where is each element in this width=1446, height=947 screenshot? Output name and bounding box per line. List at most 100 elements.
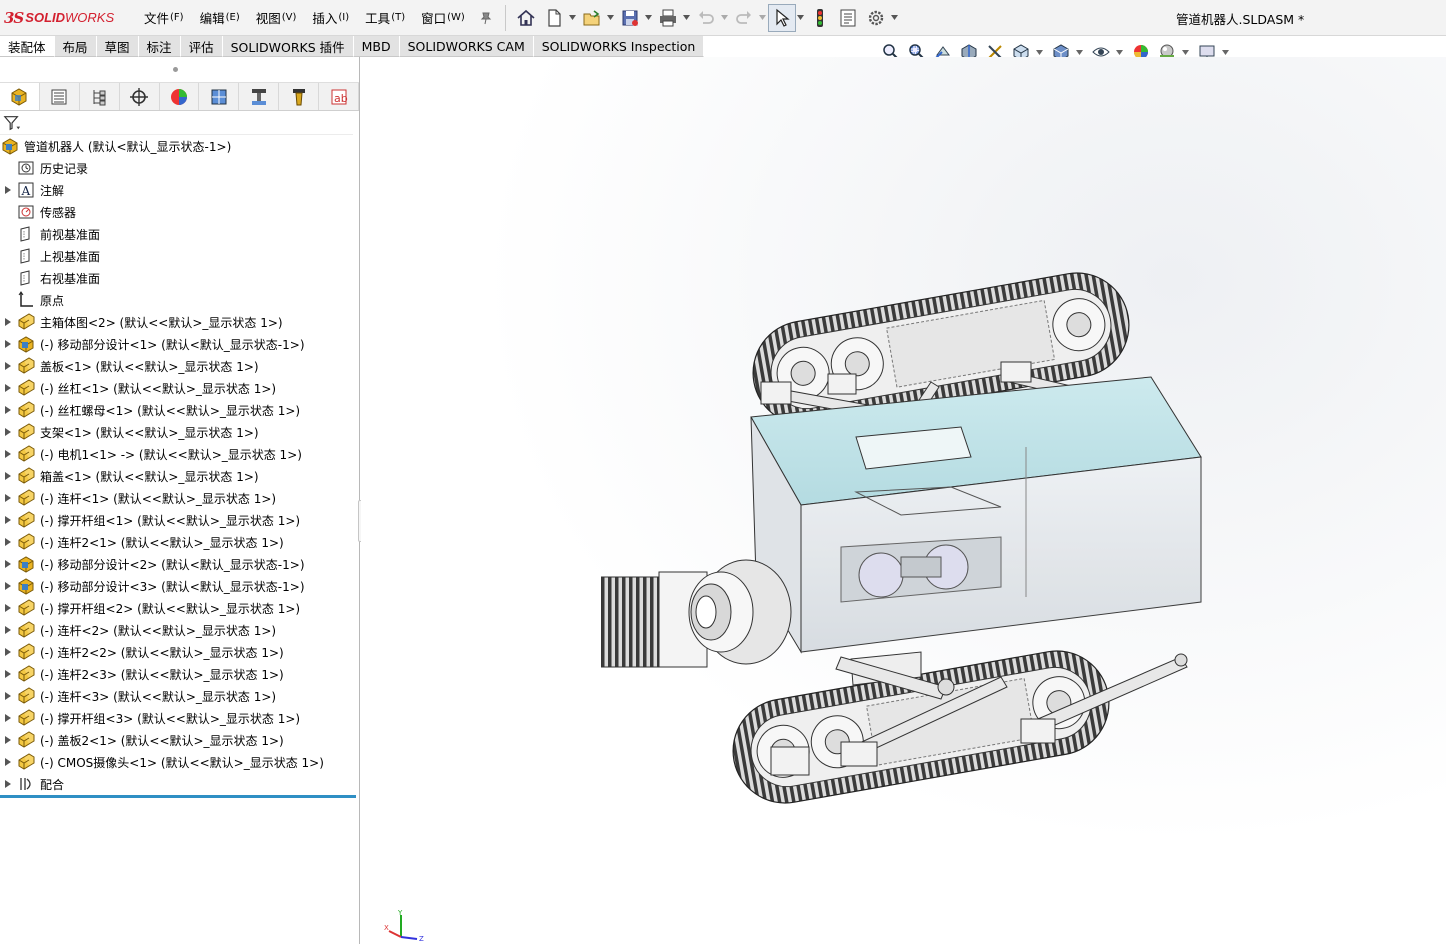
command-tab-3[interactable]: 标注 <box>138 36 181 57</box>
undo-button[interactable] <box>692 4 720 32</box>
tab-cam-tool-tree[interactable] <box>279 83 320 110</box>
command-tab-8[interactable]: SOLIDWORKS Inspection <box>533 36 705 57</box>
tab-dimxpert-manager[interactable] <box>120 83 160 110</box>
select-dropdown-caret[interactable] <box>796 4 806 32</box>
tree-item[interactable]: (-) 连杆2<3> (默认<<默认>_显示状态 1>) <box>0 663 358 685</box>
expand-toggle[interactable] <box>0 597 16 619</box>
expand-toggle[interactable] <box>0 509 16 531</box>
tree-item[interactable]: 上视基准面 <box>0 245 358 267</box>
expand-toggle[interactable] <box>0 355 16 377</box>
tree-item[interactable]: (-) 撑开杆组<1> (默认<<默认>_显示状态 1>) <box>0 509 358 531</box>
panel-splitter-grip[interactable] <box>173 67 178 72</box>
tab-property-manager[interactable] <box>40 83 80 110</box>
camera-head[interactable] <box>601 559 792 668</box>
tree-item[interactable]: (-) 移动部分设计<3> (默认<默认_显示状态-1>) <box>0 575 358 597</box>
expand-toggle[interactable] <box>0 179 16 201</box>
expand-toggle[interactable] <box>0 729 16 751</box>
solidworks-logo[interactable]: 3S SOLIDWORKS <box>0 9 128 27</box>
tree-item[interactable]: (-) 连杆2<1> (默认<<默认>_显示状态 1>) <box>0 531 358 553</box>
expand-toggle[interactable] <box>0 465 16 487</box>
menu-item-4[interactable]: 工具 (T) <box>357 0 413 36</box>
tree-item[interactable]: 原点 <box>0 289 358 311</box>
rebuild-button[interactable] <box>806 4 834 32</box>
tree-item[interactable]: 盖板<1> (默认<<默认>_显示状态 1>) <box>0 355 358 377</box>
command-tab-5[interactable]: SOLIDWORKS 插件 <box>222 36 354 57</box>
expand-toggle[interactable] <box>0 487 16 509</box>
tree-item[interactable]: (-) CMOS摄像头<1> (默认<<默认>_显示状态 1>) <box>0 751 358 773</box>
command-tab-6[interactable]: MBD <box>353 36 400 57</box>
tab-cam-operation-tree[interactable] <box>239 83 280 110</box>
tree-item[interactable]: 右视基准面 <box>0 267 358 289</box>
expand-toggle[interactable] <box>0 619 16 641</box>
undo-dropdown-caret[interactable] <box>720 4 730 32</box>
tree-item[interactable]: 传感器 <box>0 201 358 223</box>
expand-toggle[interactable] <box>0 575 16 597</box>
tab-inspection[interactable]: ab <box>319 83 360 110</box>
options-dropdown-caret[interactable] <box>890 4 900 32</box>
tree-item[interactable]: 历史记录 <box>0 157 358 179</box>
expand-toggle[interactable] <box>0 311 16 333</box>
command-tab-0[interactable]: 装配体 <box>0 36 55 57</box>
expand-toggle[interactable] <box>0 421 16 443</box>
select-button[interactable] <box>767 3 796 32</box>
tree-item[interactable]: 支架<1> (默认<<默认>_显示状态 1>) <box>0 421 358 443</box>
tree-item[interactable]: 前视基准面 <box>0 223 358 245</box>
tree-item[interactable]: (-) 丝杠<1> (默认<<默认>_显示状态 1>) <box>0 377 358 399</box>
menu-item-2[interactable]: 视图 (V) <box>248 0 305 36</box>
filter-icon[interactable] <box>3 114 21 132</box>
main-housing[interactable] <box>750 376 1202 686</box>
expand-toggle[interactable] <box>0 399 16 421</box>
command-tab-1[interactable]: 布局 <box>54 36 97 57</box>
command-tab-2[interactable]: 草图 <box>96 36 139 57</box>
expand-toggle[interactable] <box>0 443 16 465</box>
tree-item[interactable]: 主箱体图<2> (默认<<默认>_显示状态 1>) <box>0 311 358 333</box>
graphics-area[interactable]: Y X Z <box>361 57 1446 944</box>
expand-toggle[interactable] <box>0 531 16 553</box>
tree-item[interactable]: (-) 电机1<1> -> (默认<<默认>_显示状态 1>) <box>0 443 358 465</box>
open-dropdown-caret[interactable] <box>606 4 616 32</box>
expand-toggle[interactable] <box>0 641 16 663</box>
tree-item[interactable]: (-) 撑开杆组<3> (默认<<默认>_显示状态 1>) <box>0 707 358 729</box>
print-button[interactable] <box>654 4 682 32</box>
file-properties-button[interactable] <box>834 4 862 32</box>
save-button[interactable] <box>616 4 644 32</box>
tree-item[interactable]: (-) 连杆<2> (默认<<默认>_显示状态 1>) <box>0 619 358 641</box>
pipe-robot-model[interactable] <box>601 257 1241 817</box>
tab-configuration-manager[interactable] <box>80 83 120 110</box>
menu-item-3[interactable]: 插入 (I) <box>304 0 357 36</box>
menu-item-0[interactable]: 文件 (F) <box>136 0 192 36</box>
expand-toggle[interactable] <box>0 751 16 773</box>
expand-toggle[interactable] <box>0 685 16 707</box>
save-dropdown-caret[interactable] <box>644 4 654 32</box>
expand-toggle[interactable] <box>0 333 16 355</box>
redo-button[interactable] <box>730 4 758 32</box>
open-button[interactable] <box>578 4 606 32</box>
tree-item[interactable]: (-) 连杆<1> (默认<<默认>_显示状态 1>) <box>0 487 358 509</box>
new-dropdown-caret[interactable] <box>568 4 578 32</box>
redo-dropdown-caret[interactable] <box>758 4 768 32</box>
tree-item[interactable]: (-) 丝杠螺母<1> (默认<<默认>_显示状态 1>) <box>0 399 358 421</box>
pin-icon[interactable] <box>479 11 493 25</box>
expand-toggle[interactable] <box>0 663 16 685</box>
tab-cam-feature-tree[interactable] <box>199 83 240 110</box>
tree-item[interactable]: 配合 <box>0 773 358 795</box>
tree-item[interactable]: (-) 连杆2<2> (默认<<默认>_显示状态 1>) <box>0 641 358 663</box>
menu-item-5[interactable]: 窗口 (W) <box>413 0 473 36</box>
options-button[interactable] <box>862 4 890 32</box>
home-button[interactable] <box>512 4 540 32</box>
tree-item[interactable]: (-) 盖板2<1> (默认<<默认>_显示状态 1>) <box>0 729 358 751</box>
tree-item[interactable]: (-) 连杆<3> (默认<<默认>_显示状态 1>) <box>0 685 358 707</box>
tab-display-manager[interactable] <box>160 83 200 110</box>
new-document-button[interactable] <box>540 4 568 32</box>
command-tab-7[interactable]: SOLIDWORKS CAM <box>399 36 534 57</box>
tab-feature-manager[interactable] <box>0 83 40 110</box>
tree-item[interactable]: A 注解 <box>0 179 358 201</box>
expand-toggle[interactable] <box>0 773 16 795</box>
tree-item[interactable]: 箱盖<1> (默认<<默认>_显示状态 1>) <box>0 465 358 487</box>
tree-item[interactable]: (-) 撑开杆组<2> (默认<<默认>_显示状态 1>) <box>0 597 358 619</box>
expand-toggle[interactable] <box>0 377 16 399</box>
tree-item[interactable]: (-) 移动部分设计<1> (默认<默认_显示状态-1>) <box>0 333 358 355</box>
print-dropdown-caret[interactable] <box>682 4 692 32</box>
command-tab-4[interactable]: 评估 <box>180 36 223 57</box>
menu-item-1[interactable]: 编辑 (E) <box>192 0 248 36</box>
